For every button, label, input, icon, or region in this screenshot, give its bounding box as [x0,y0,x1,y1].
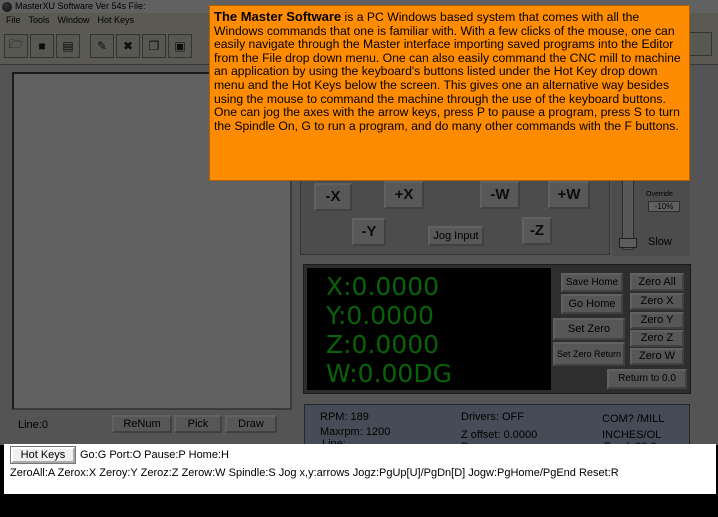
hotkeys-button[interactable]: Hot Keys [11,447,75,463]
callout-title: The Master Software [214,9,342,24]
units-status: INCHES/OL [602,429,662,441]
cut-icon[interactable]: ✖ [116,33,140,58]
dro-y-readout: Y:0.0000 [326,301,434,330]
override-label: Override [646,191,673,198]
hotkeys-row-1: Go:G Port:O Pause:P Home:H [80,449,229,461]
drivers-status: Drivers: OFF [461,411,524,423]
slow-label: Slow [648,236,672,248]
print-icon[interactable]: ▤ [56,33,80,58]
zero-z-button[interactable]: Zero Z [630,330,684,347]
dro-x-readout: X:0.0000 [326,272,440,301]
set-zero-return-button[interactable]: Set Zero Return [553,342,625,366]
jog-minus-y-button[interactable]: -Y [352,218,386,246]
open-icon[interactable]: 🗁 [4,33,28,58]
jog-input-button[interactable]: Jog Input [428,226,484,246]
info-callout: The Master Software is a PC Windows base… [209,5,690,181]
zero-all-button[interactable]: Zero All [630,273,684,291]
override-slider-thumb[interactable] [619,238,637,248]
callout-body: is a PC Windows based system that comes … [214,10,681,133]
renum-button[interactable]: ReNum [112,415,172,433]
jog-minus-w-button[interactable]: -W [480,181,520,209]
menu-tools[interactable]: Tools [27,13,56,27]
draw-button[interactable]: Draw [225,415,277,433]
jog-plus-x-button[interactable]: +X [384,181,424,209]
hotkeys-row-2: ZeroAll:A Zerox:X Zeroy:Y Zeroz:Z Zerow:… [10,467,619,479]
set-zero-button[interactable]: Set Zero [553,318,625,340]
bottom-strip [0,494,718,517]
pick-button[interactable]: Pick [174,415,222,433]
go-home-button[interactable]: Go Home [561,294,623,314]
copy-icon[interactable]: ❐ [142,33,166,58]
jog-minus-z-button[interactable]: -Z [522,217,552,245]
zero-w-button[interactable]: Zero W [630,348,684,365]
app-icon [2,1,12,12]
rpm-status: RPM: 189 [320,411,369,423]
return-to-zero-button[interactable]: Return to 0.0 [607,369,687,389]
zero-y-button[interactable]: Zero Y [630,312,684,329]
menu-file[interactable]: File [4,13,27,27]
save-icon[interactable]: ■ [30,33,54,58]
z-offset-status: Z offset: 0.0000 [461,429,538,441]
jog-plus-w-button[interactable]: +W [548,181,590,209]
save-home-button[interactable]: Save Home [561,273,623,292]
menu-hot-keys[interactable]: Hot Keys [96,13,141,27]
jog-minus-x-button[interactable]: -X [314,183,352,211]
maxrpm-status: Maxrpm: 1200 [320,426,391,438]
override-value: -10% [648,201,680,212]
zero-x-button[interactable]: Zero X [630,293,684,310]
edit-icon[interactable]: ✎ [90,33,114,58]
window-title: MasterXU Software Ver 54s File: [15,1,146,11]
paste-icon[interactable]: ▣ [168,33,192,58]
dro-w-readout: W:0.00DG [326,359,452,388]
dro-z-readout: Z:0.0000 [326,330,440,359]
line-status: Line:0 [18,419,48,431]
menu-window[interactable]: Window [56,13,96,27]
com-status: COM? /MILL [602,413,665,425]
